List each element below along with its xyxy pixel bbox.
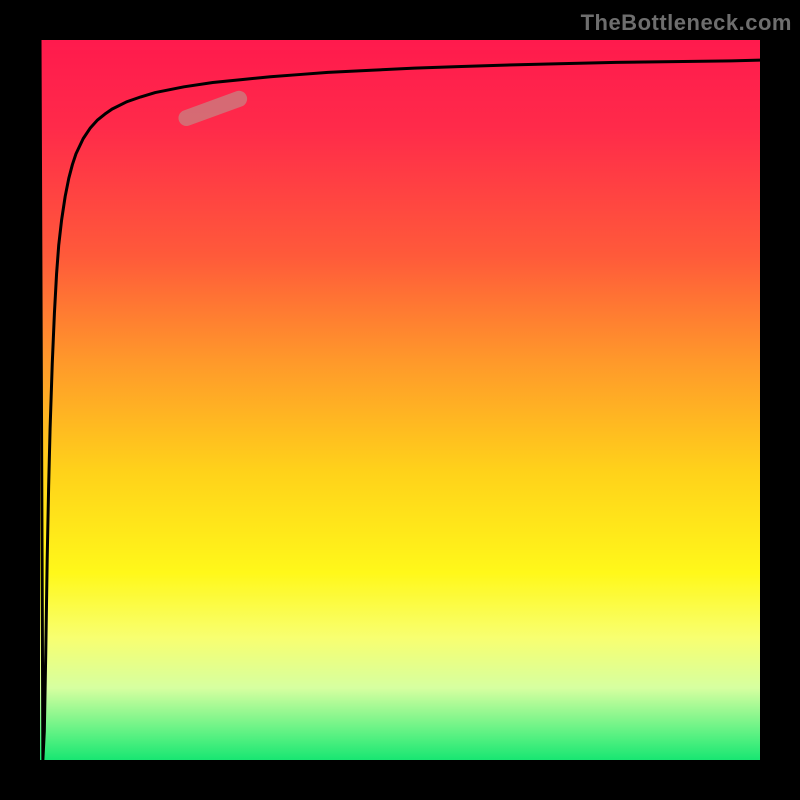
curve-marker <box>176 89 249 129</box>
plot-area <box>40 40 760 760</box>
attribution-label: TheBottleneck.com <box>581 10 792 36</box>
chart-svg <box>40 40 760 760</box>
bottleneck-curve <box>40 40 760 760</box>
chart-container: TheBottleneck.com <box>0 0 800 800</box>
